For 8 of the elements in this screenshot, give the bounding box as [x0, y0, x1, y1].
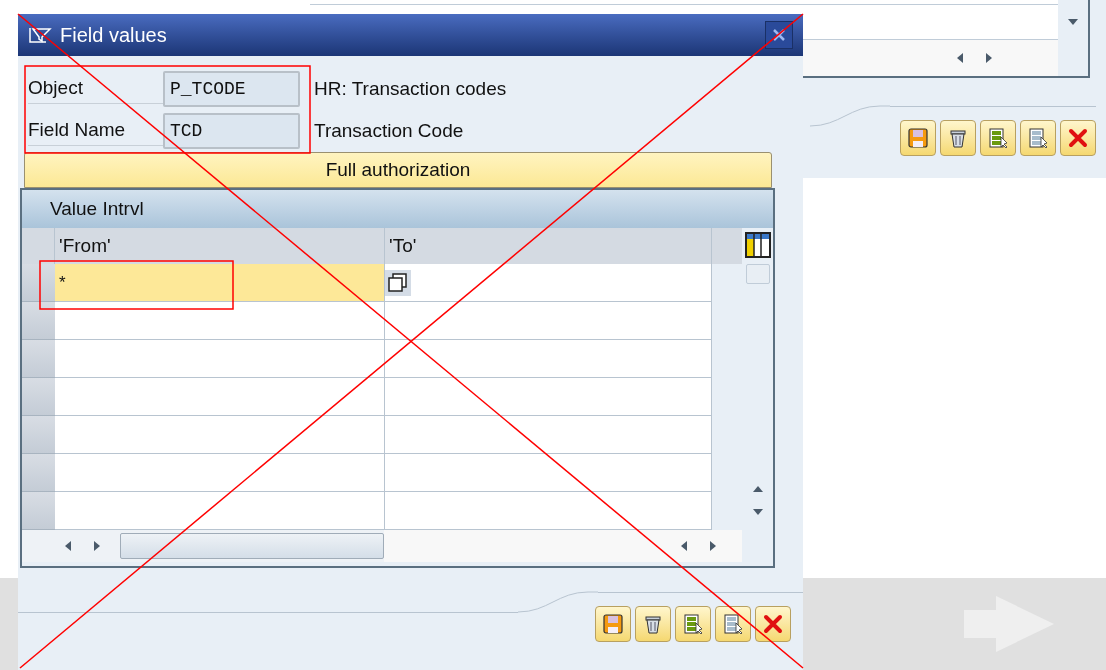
- table-title: Value Intrvl: [50, 196, 144, 221]
- table-cell[interactable]: *: [55, 264, 385, 302]
- value-field: TCD: [163, 113, 300, 149]
- field-description: Transaction Code: [314, 118, 464, 143]
- value-field: P_TCODE: [163, 71, 300, 107]
- window-title: Field values: [60, 23, 167, 48]
- field-description: HR: Transaction codes: [314, 76, 507, 101]
- full-authorization-button[interactable]: Full authorization: [24, 152, 772, 188]
